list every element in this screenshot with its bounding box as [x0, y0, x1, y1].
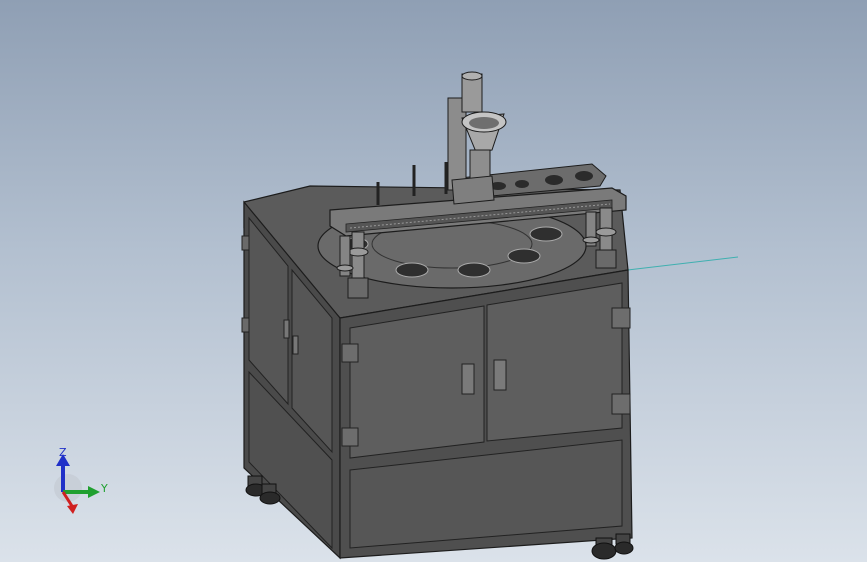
hinge — [341, 343, 359, 363]
reference-line — [627, 256, 739, 271]
x-arrow-head — [67, 504, 78, 514]
y-arrow-head — [88, 486, 100, 498]
cad-viewport[interactable]: Z Y — [0, 0, 867, 562]
caster — [591, 537, 617, 560]
hinge — [241, 235, 250, 251]
y-axis-label: Y — [101, 482, 108, 495]
door-handle-right — [493, 359, 507, 391]
machine-model[interactable] — [0, 0, 867, 562]
left-handle — [283, 319, 290, 339]
hinge — [241, 317, 250, 333]
carriage-block — [451, 175, 495, 205]
coordinate-triad — [54, 454, 100, 514]
left-handle-2 — [292, 335, 299, 355]
z-axis-label: Z — [59, 446, 67, 459]
door-handle-left — [461, 363, 475, 395]
front-door-right — [486, 282, 623, 442]
hinge — [611, 393, 631, 415]
funnel-inner — [469, 117, 499, 129]
motor-cap — [461, 71, 483, 81]
hinge — [611, 307, 631, 329]
hinge — [341, 427, 359, 447]
caster — [614, 533, 634, 555]
